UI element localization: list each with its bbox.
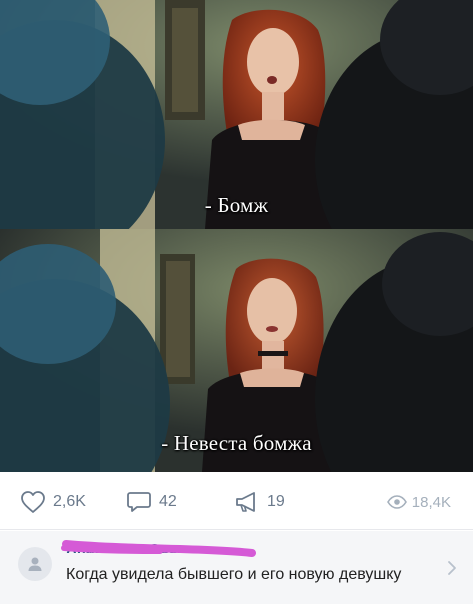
comment-count: 42	[159, 493, 177, 510]
subtitle-1: - Бомж	[204, 193, 269, 217]
user-placeholder-icon	[28, 557, 42, 571]
post-actions-bar: 2,6K 42 19 18,4K	[0, 472, 473, 530]
movie-still-frame-1: - Бомж	[0, 0, 473, 229]
subtitle-2: - Невеста бомжа	[161, 431, 312, 455]
comment-button[interactable]: 42	[126, 490, 177, 514]
megaphone-icon	[236, 492, 255, 512]
eye-icon	[386, 495, 407, 509]
share-count: 19	[267, 493, 285, 510]
views-counter: 18,4K	[386, 490, 451, 514]
share-button[interactable]: 19	[234, 490, 285, 514]
comment-preview[interactable]: Анастасия Осоли... Когда увидела бывшего…	[0, 531, 473, 604]
chevron-right-icon[interactable]	[447, 560, 457, 576]
avatar[interactable]	[18, 547, 52, 581]
comment-text: Когда увидела бывшего и его новую девушк…	[66, 566, 402, 583]
comment-bubble-icon	[127, 492, 151, 512]
like-count: 2,6K	[53, 493, 86, 510]
redaction-scribble	[61, 540, 256, 557]
views-count: 18,4K	[411, 493, 451, 511]
heart-icon	[21, 491, 45, 513]
like-button[interactable]: 2,6K	[20, 490, 86, 514]
movie-still-frame-2: - Невеста бомжа	[0, 229, 473, 472]
